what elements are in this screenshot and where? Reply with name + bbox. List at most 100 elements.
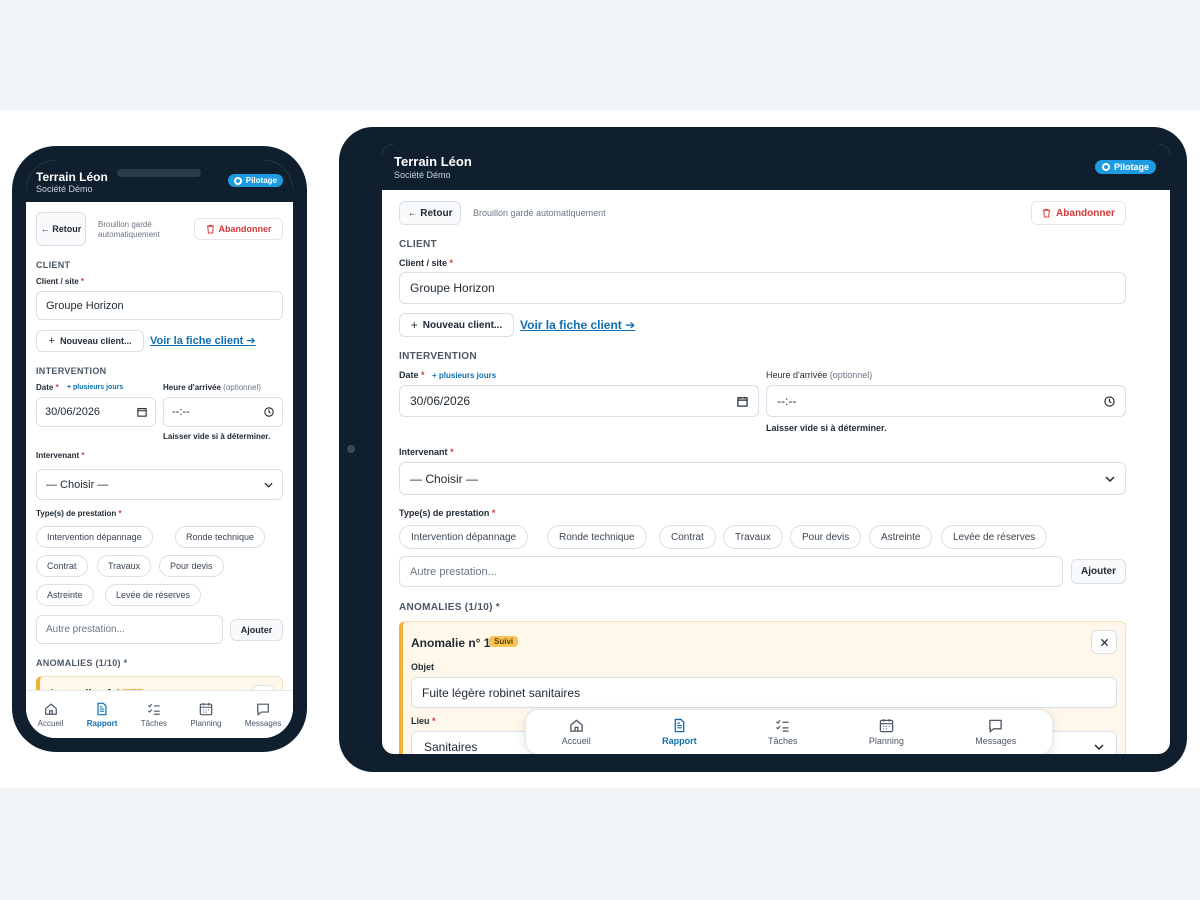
plus-icon: + — [410, 318, 418, 332]
app-title: Terrain Léon — [394, 154, 472, 169]
clock-icon — [1104, 395, 1115, 407]
chip-contrat[interactable]: Contrat — [659, 525, 716, 549]
tasks-icon — [147, 703, 160, 715]
chip-astreinte[interactable]: Astreinte — [869, 525, 933, 549]
phone-notch — [117, 169, 201, 177]
calendar-icon — [199, 702, 213, 715]
nav-messages[interactable]: Messages — [975, 718, 1016, 746]
report-icon — [674, 718, 685, 733]
nav-messages[interactable]: Messages — [245, 702, 281, 728]
arrival-time-input[interactable]: --:-- — [766, 385, 1126, 417]
date-input[interactable]: 30/06/2026 — [36, 397, 156, 427]
pilotage-badge[interactable]: Pilotage — [227, 174, 283, 187]
client-field-label: Client / site * — [399, 258, 454, 268]
object-label: Objet — [411, 662, 435, 672]
nav-taches[interactable]: Tâches — [768, 718, 797, 746]
home-icon — [569, 719, 583, 732]
chip-astreinte[interactable]: Astreinte — [36, 584, 94, 606]
phone-form: ← Retour Brouillon gardé automatiquement… — [26, 202, 293, 738]
new-client-button[interactable]: + Nouveau client... — [399, 313, 514, 337]
calendar-picker-icon — [137, 407, 147, 417]
client-field-label: Client / site * — [36, 277, 85, 286]
client-section-title: CLIENT — [399, 239, 437, 250]
chip-levee-reserves[interactable]: Levée de réserves — [105, 584, 202, 606]
worker-label: Intervenant * — [399, 447, 454, 457]
chip-pour-devis[interactable]: Pour devis — [159, 555, 224, 577]
calendar-icon — [879, 718, 894, 733]
nav-accueil[interactable]: Accueil — [38, 702, 63, 728]
tablet-camera — [347, 445, 355, 453]
nav-rapport[interactable]: Rapport — [87, 702, 117, 728]
chip-travaux[interactable]: Travaux — [723, 525, 783, 549]
add-service-button[interactable]: Ajouter — [230, 619, 283, 641]
chip-ronde-technique[interactable]: Ronde technique — [547, 525, 647, 549]
anomalies-section-title: ANOMALIES (1/10) * — [36, 658, 128, 668]
nav-planning[interactable]: Planning — [869, 718, 904, 746]
nav-accueil[interactable]: Accueil — [562, 718, 591, 746]
worker-select[interactable]: — Choisir — — [399, 462, 1126, 495]
messages-icon — [989, 719, 1003, 733]
intervention-section-title: INTERVENTION — [36, 366, 107, 376]
other-service-input[interactable]: Autre prestation... — [399, 556, 1063, 587]
chip-intervention-depannage[interactable]: Intervention dépannage — [399, 525, 529, 549]
chip-levee-reserves[interactable]: Levée de réserves — [941, 525, 1048, 549]
trash-icon — [1042, 208, 1051, 218]
arrival-label: Heure d'arrivée (optionnel) — [766, 370, 873, 380]
draft-status: Brouillon gardé automatiquement — [473, 208, 606, 218]
pilotage-badge[interactable]: Pilotage — [1094, 160, 1156, 174]
other-service-input[interactable]: Autre prestation... — [36, 615, 223, 644]
arrival-hint: Laisser vide si à déterminer. — [163, 432, 271, 441]
client-input[interactable]: Groupe Horizon — [36, 291, 283, 320]
suivi-tag: Suivi — [489, 636, 519, 647]
types-label: Type(s) de prestation * — [36, 509, 122, 518]
tasks-icon — [776, 719, 789, 732]
close-icon — [1100, 638, 1108, 646]
messages-icon — [257, 703, 269, 716]
back-button[interactable]: ← Retour — [36, 212, 86, 246]
nav-rapport[interactable]: Rapport — [662, 718, 697, 746]
tablet-screen: Terrain Léon Société Démo Pilotage ← Ret… — [382, 144, 1170, 754]
app-header: Terrain Léon Société Démo Pilotage — [382, 144, 1170, 190]
abandon-button[interactable]: Abandonner — [1031, 201, 1126, 225]
phone-device: Terrain Léon Société Démo Pilotage ← Ret… — [12, 146, 307, 752]
report-icon — [97, 702, 107, 715]
app-subtitle: Société Démo — [36, 184, 93, 194]
arrival-time-input[interactable]: --:-- — [163, 397, 283, 427]
nav-planning[interactable]: Planning — [190, 702, 221, 728]
add-service-button[interactable]: Ajouter — [1071, 559, 1126, 584]
chip-contrat[interactable]: Contrat — [36, 555, 88, 577]
chip-pour-devis[interactable]: Pour devis — [790, 525, 862, 549]
remove-anomaly-button[interactable] — [1091, 630, 1117, 654]
clock-icon — [264, 407, 274, 417]
home-icon — [44, 702, 57, 715]
multi-days-link[interactable]: + plusieurs jours — [432, 371, 496, 380]
arrival-hint: Laisser vide si à déterminer. — [766, 423, 887, 433]
nav-taches[interactable]: Tâches — [141, 702, 167, 728]
view-client-link[interactable]: Voir la fiche client ➔ — [520, 318, 635, 332]
types-label: Type(s) de prestation * — [399, 508, 496, 518]
date-label: Date * — [399, 370, 425, 380]
plus-icon: + — [48, 335, 55, 347]
abandon-button[interactable]: Abandonner — [194, 218, 283, 240]
phone-screen: Terrain Léon Société Démo Pilotage ← Ret… — [26, 160, 293, 738]
tablet-form: ← Retour Brouillon gardé automatiquement… — [382, 190, 1170, 754]
app-header: Terrain Léon Société Démo Pilotage — [26, 160, 293, 202]
status-dot-icon — [233, 176, 242, 185]
new-client-button[interactable]: + Nouveau client... — [36, 330, 144, 352]
worker-select[interactable]: — Choisir — — [36, 469, 283, 500]
status-dot-icon — [1101, 163, 1110, 171]
chip-travaux[interactable]: Travaux — [97, 555, 152, 577]
chevron-down-icon — [264, 482, 273, 488]
chip-intervention-depannage[interactable]: Intervention dépannage — [36, 526, 153, 548]
bottom-nav: Accueil Rapport Tâches Planning Messages — [26, 690, 293, 738]
object-input[interactable]: Fuite légère robinet sanitaires — [411, 677, 1117, 708]
chip-ronde-technique[interactable]: Ronde technique — [175, 526, 266, 548]
app-title: Terrain Léon — [36, 170, 108, 184]
view-client-link[interactable]: Voir la fiche client ➔ — [150, 334, 256, 347]
chevron-down-icon — [1094, 743, 1104, 750]
worker-label: Intervenant * — [36, 451, 85, 460]
client-input[interactable]: Groupe Horizon — [399, 272, 1126, 304]
back-button[interactable]: ← Retour — [399, 201, 461, 225]
multi-days-link[interactable]: + plusieurs jours — [67, 384, 123, 391]
date-input[interactable]: 30/06/2026 — [399, 385, 759, 417]
